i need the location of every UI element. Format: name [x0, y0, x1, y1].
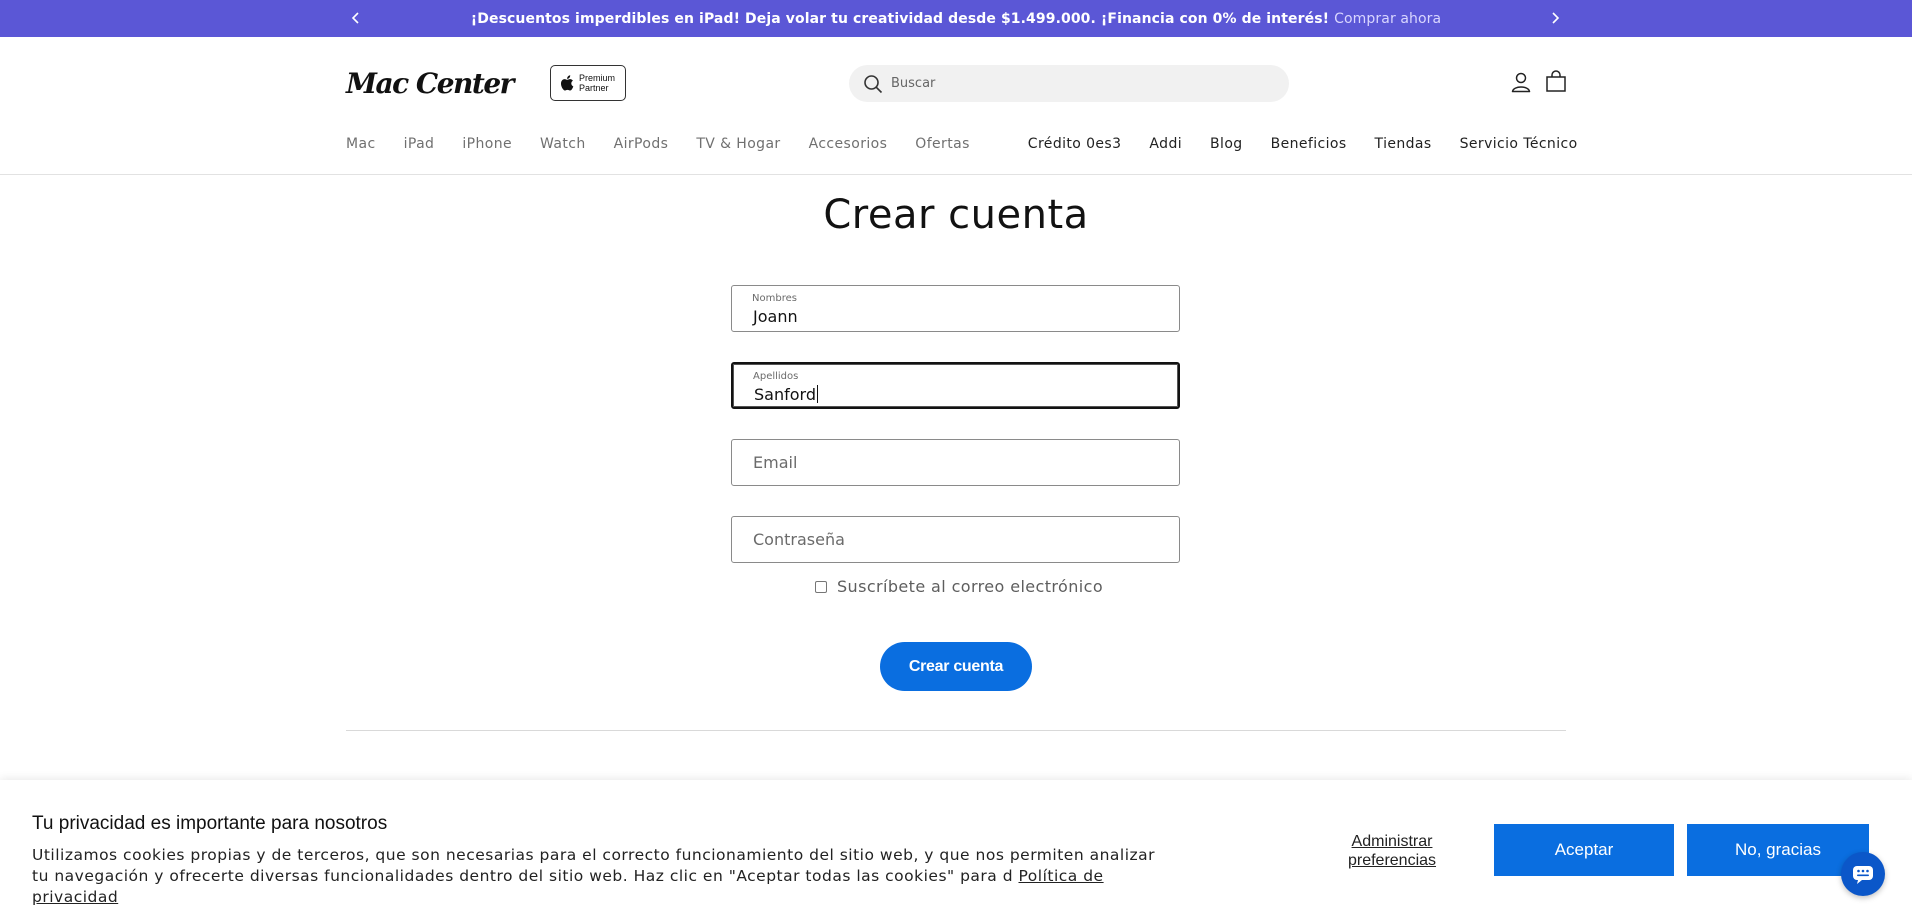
- nav-item-tv-hogar[interactable]: TV & Hogar: [696, 136, 780, 152]
- last-name-value[interactable]: Sanford: [754, 385, 818, 404]
- nav-item-ofertas[interactable]: Ofertas: [915, 136, 969, 152]
- nav-item-servicio-tecnico[interactable]: Servicio Técnico: [1460, 136, 1578, 152]
- nav-item-watch[interactable]: Watch: [540, 136, 586, 152]
- nav-item-tiendas[interactable]: Tiendas: [1375, 136, 1432, 152]
- cookie-banner: Tu privacidad es importante para nosotro…: [0, 780, 1912, 919]
- cookie-text: Utilizamos cookies propias y de terceros…: [32, 845, 1172, 908]
- nav-item-blog[interactable]: Blog: [1210, 136, 1243, 152]
- subscribe-checkbox[interactable]: [815, 580, 827, 593]
- cart-icon[interactable]: [1544, 70, 1568, 94]
- subscribe-option: Suscríbete al correo electrónico: [815, 577, 1103, 596]
- cookie-body: Utilizamos cookies propias y de terceros…: [32, 846, 1156, 885]
- premium-partner-badge: Premium Partner: [550, 65, 626, 101]
- manage-preferences-line-1[interactable]: Administrar: [1330, 832, 1454, 851]
- cookie-title: Tu privacidad es importante para nosotro…: [32, 813, 388, 834]
- first-name-value[interactable]: Joann: [753, 307, 798, 326]
- last-name-field[interactable]: Apellidos Sanford: [731, 362, 1180, 409]
- create-account-button[interactable]: Crear cuenta: [880, 642, 1032, 691]
- email-field[interactable]: Email: [731, 439, 1180, 486]
- announcement-cta-link[interactable]: Comprar ahora: [1334, 11, 1441, 27]
- apple-icon: [560, 75, 574, 91]
- manage-preferences-link[interactable]: Administrar preferencias: [1330, 832, 1454, 870]
- site-header: Mac Center Premium Partner Mac iPad iPho…: [0, 37, 1912, 175]
- search-icon: [864, 74, 883, 93]
- first-name-field[interactable]: Nombres Joann: [731, 285, 1180, 332]
- section-divider: [346, 730, 1566, 731]
- password-placeholder: Contraseña: [753, 530, 845, 549]
- chevron-left-icon[interactable]: [346, 8, 366, 28]
- chevron-right-icon[interactable]: [1545, 8, 1565, 28]
- search-input[interactable]: [891, 76, 1271, 91]
- account-icon[interactable]: [1509, 70, 1533, 94]
- manage-preferences-line-2[interactable]: preferencias: [1330, 851, 1454, 870]
- page-title: Crear cuenta: [823, 192, 1089, 238]
- badge-line-1: Premium: [579, 73, 616, 83]
- first-name-label: Nombres: [752, 293, 797, 304]
- nav-item-airpods[interactable]: AirPods: [614, 136, 669, 152]
- chat-button[interactable]: [1841, 852, 1885, 896]
- search-bar[interactable]: [849, 65, 1289, 102]
- main-navigation: Mac iPad iPhone Watch AirPods TV & Hogar…: [346, 133, 1577, 155]
- announcement-text: ¡Descuentos imperdibles en iPad! Deja vo…: [470, 10, 1330, 27]
- nav-item-addi[interactable]: Addi: [1149, 136, 1182, 152]
- nav-item-accesorios[interactable]: Accesorios: [809, 136, 888, 152]
- nav-item-mac[interactable]: Mac: [346, 136, 376, 152]
- nav-item-iphone[interactable]: iPhone: [462, 136, 512, 152]
- nav-item-ipad[interactable]: iPad: [404, 136, 435, 152]
- site-logo[interactable]: Mac Center: [346, 67, 514, 100]
- subscribe-label[interactable]: Suscríbete al correo electrónico: [837, 577, 1103, 596]
- chat-icon: [1853, 866, 1873, 884]
- password-field[interactable]: Contraseña: [731, 516, 1180, 563]
- last-name-label: Apellidos: [753, 371, 799, 382]
- email-placeholder: Email: [753, 453, 798, 472]
- announcement-bar: ¡Descuentos imperdibles en iPad! Deja vo…: [0, 0, 1912, 37]
- nav-item-beneficios[interactable]: Beneficios: [1271, 136, 1347, 152]
- nav-item-credito[interactable]: Crédito 0es3: [1028, 136, 1122, 152]
- badge-line-2: Partner: [579, 83, 609, 93]
- accept-cookies-button[interactable]: Aceptar: [1494, 824, 1674, 876]
